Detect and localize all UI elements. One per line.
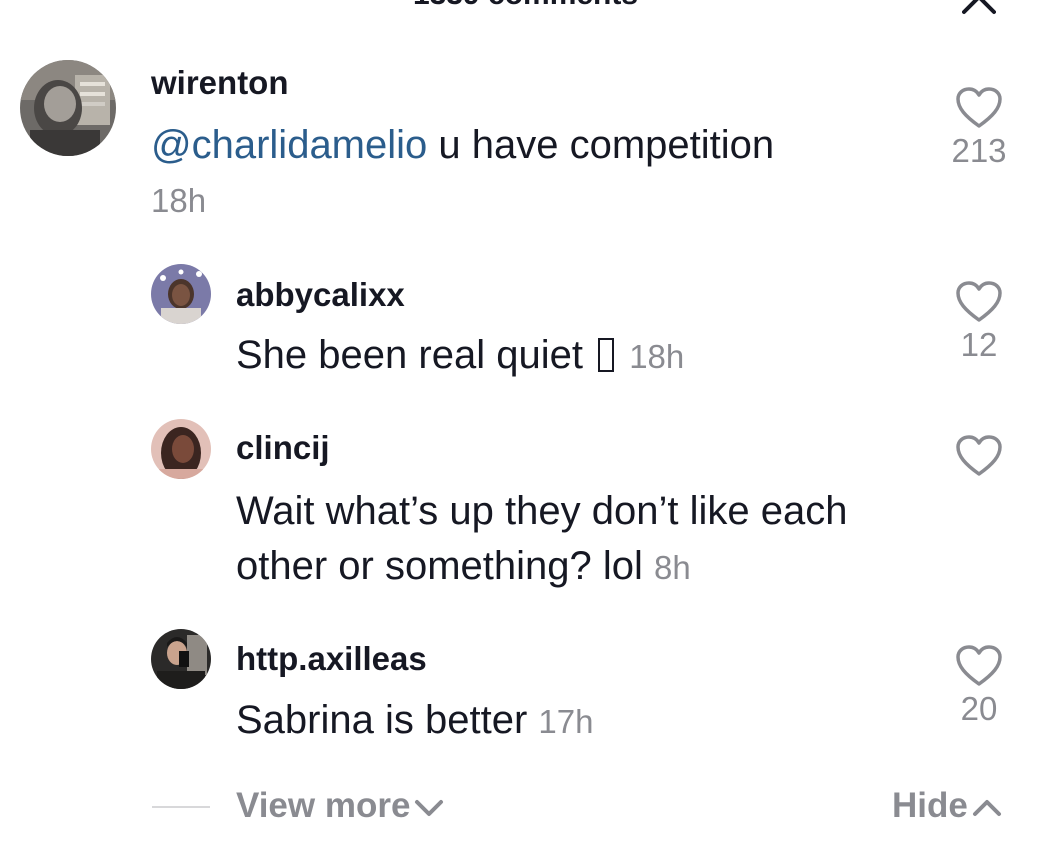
- divider: [152, 806, 210, 808]
- chevron-down-icon: [415, 799, 444, 816]
- reply-timestamp: 18h: [629, 338, 685, 375]
- comment-text: @charlidamelio u have competition: [151, 123, 775, 167]
- comment-username[interactable]: wirenton: [151, 64, 289, 102]
- hide-replies-button[interactable]: Hide: [892, 786, 1002, 826]
- avatar[interactable]: [151, 629, 211, 689]
- chevron-up-icon: [972, 799, 1001, 816]
- reply-text: She been real quiet 18h: [236, 333, 685, 377]
- reply-timestamp: 17h: [538, 703, 594, 740]
- view-more-button[interactable]: View more: [236, 786, 444, 826]
- heart-outline-icon: [956, 435, 1002, 476]
- reply-username[interactable]: clincij: [236, 429, 330, 467]
- close-icon[interactable]: [962, 0, 996, 16]
- like-button[interactable]: 213: [944, 86, 1014, 170]
- like-button[interactable]: 12: [944, 280, 1014, 364]
- like-count: 213: [951, 132, 1007, 169]
- reply-text: Sabrina is better 17h: [236, 698, 594, 742]
- reply-timestamp: 8h: [654, 549, 691, 586]
- emoji-glyph: [598, 338, 615, 372]
- reply-username[interactable]: http.axilleas: [236, 640, 427, 678]
- comments-panel: 1339 comments wirenton @charlidamelio u …: [0, 0, 1051, 857]
- mention-link[interactable]: @charlidamelio: [151, 123, 427, 167]
- like-button[interactable]: 20: [944, 644, 1014, 728]
- comment-timestamp: 18h: [151, 182, 207, 219]
- heart-outline-icon: [956, 281, 1002, 322]
- avatar[interactable]: [151, 419, 211, 479]
- heart-outline-icon: [956, 645, 1002, 686]
- avatar[interactable]: [20, 60, 116, 156]
- like-count: 12: [960, 326, 998, 363]
- like-button[interactable]: [944, 434, 1014, 480]
- avatar[interactable]: [151, 264, 211, 324]
- reply-text: Wait what’s up they don’t like each othe…: [236, 489, 848, 588]
- reply-username[interactable]: abbycalixx: [236, 276, 405, 314]
- heart-outline-icon: [956, 87, 1002, 128]
- comments-count-title: 1339 comments: [0, 0, 1051, 12]
- like-count: 20: [960, 690, 998, 727]
